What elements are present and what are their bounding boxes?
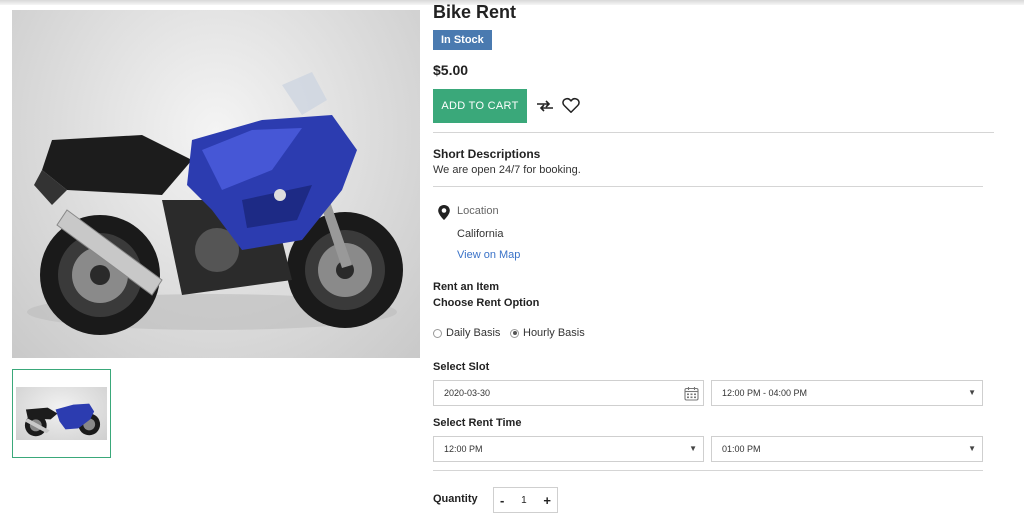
heart-icon[interactable]: [562, 97, 580, 114]
select-rent-time-heading: Select Rent Time: [433, 417, 522, 429]
radio-label: Daily Basis: [446, 327, 501, 339]
calendar-icon[interactable]: [684, 386, 699, 401]
quantity-increment-button[interactable]: +: [543, 493, 551, 508]
quantity-value[interactable]: 1: [521, 495, 527, 506]
select-slot-heading: Select Slot: [433, 361, 490, 373]
product-title: Bike Rent: [433, 2, 517, 22]
compare-icon[interactable]: [536, 98, 554, 114]
quantity-label: Quantity: [433, 493, 478, 505]
motorcycle-illustration: [27, 72, 403, 335]
rent-start-time-select[interactable]: 12:00 PM ▼: [433, 436, 704, 462]
product-main-image[interactable]: [12, 10, 420, 358]
slot-time-value: 12:00 PM - 04:00 PM: [722, 388, 808, 398]
quantity-stepper[interactable]: - 1 +: [493, 487, 558, 513]
rent-end-time-value: 01:00 PM: [722, 444, 761, 454]
stock-status-badge: In Stock: [433, 30, 492, 50]
product-thumbnail[interactable]: [12, 369, 111, 458]
radio-button-selected[interactable]: [510, 328, 519, 338]
chevron-down-icon: ▼: [968, 444, 976, 453]
map-pin-icon: [438, 205, 450, 220]
radio-button[interactable]: [433, 328, 442, 338]
slot-date-value: 2020-03-30: [444, 388, 491, 398]
divider: [433, 132, 994, 133]
slot-time-select[interactable]: 12:00 PM - 04:00 PM ▼: [711, 380, 983, 406]
rent-end-time-select[interactable]: 01:00 PM ▼: [711, 436, 983, 462]
radio-hourly-basis[interactable]: Hourly Basis: [510, 327, 585, 339]
slot-date-input[interactable]: 2020-03-30: [433, 380, 704, 406]
short-description-heading: Short Descriptions: [433, 147, 541, 161]
rent-item-heading: Rent an Item: [433, 281, 500, 293]
motorcycle-thumbnail-illustration: [24, 403, 101, 437]
location-label: Location: [457, 205, 499, 217]
rent-option-heading: Choose Rent Option: [433, 297, 540, 309]
radio-daily-basis[interactable]: Daily Basis: [433, 327, 500, 339]
short-description-text: We are open 24/7 for booking.: [433, 164, 581, 176]
chevron-down-icon: ▼: [689, 444, 697, 453]
chevron-down-icon: ▼: [968, 388, 976, 397]
radio-label: Hourly Basis: [523, 327, 585, 339]
divider: [433, 186, 983, 187]
quantity-decrement-button[interactable]: -: [500, 493, 504, 508]
add-to-cart-button[interactable]: ADD TO CART: [433, 89, 527, 123]
product-price: $5.00: [433, 62, 469, 78]
location-value: California: [457, 228, 504, 240]
rent-start-time-value: 12:00 PM: [444, 444, 483, 454]
divider: [433, 470, 983, 471]
view-on-map-link[interactable]: View on Map: [457, 249, 520, 261]
